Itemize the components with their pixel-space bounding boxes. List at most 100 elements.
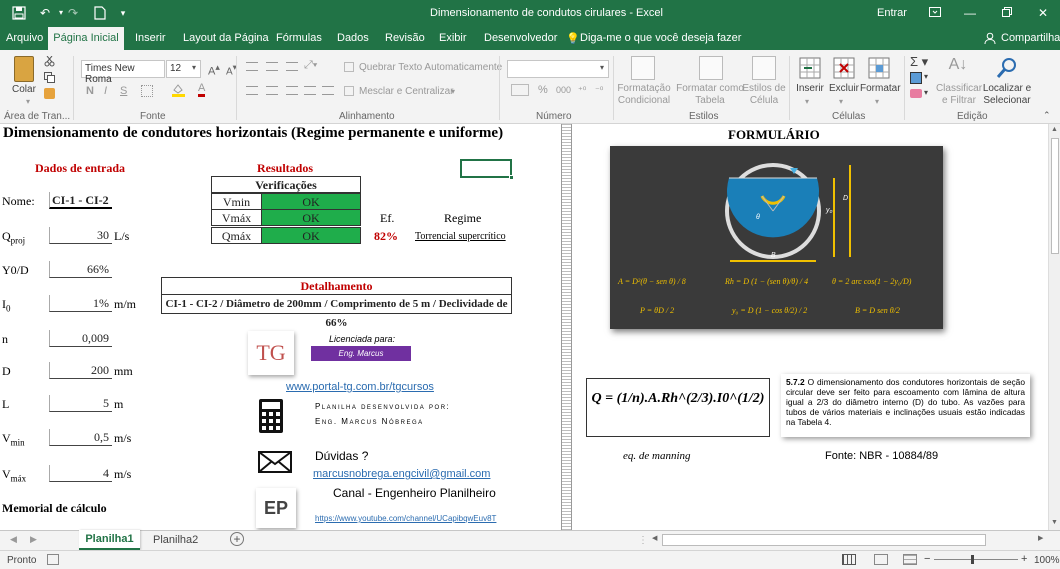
email-link[interactable]: marcusnobrega.engcivil@gmail.com	[313, 468, 490, 480]
sheet-tab-planilha1[interactable]: Planilha1	[79, 530, 140, 550]
name-input[interactable]: CI-1 - CI-2	[49, 192, 112, 209]
format-cells-button[interactable]: Formatar	[860, 83, 901, 95]
paste-button-label[interactable]: Colar	[12, 84, 36, 96]
share-button[interactable]: Compartilhar	[1001, 32, 1060, 44]
align-bottom-icon[interactable]	[286, 62, 298, 71]
redo-icon[interactable]: ↷	[66, 6, 80, 20]
format-painter-icon[interactable]	[44, 88, 55, 99]
tell-me-input[interactable]: Diga-me o que você deseja fazer	[580, 32, 741, 44]
tab-inserir[interactable]: Inserir	[135, 32, 166, 44]
format-table-icon[interactable]	[699, 56, 723, 80]
customize-toolbar-icon[interactable]: ▾	[116, 6, 130, 20]
n-input[interactable]: 0,009	[49, 330, 112, 347]
clear-icon[interactable]	[910, 89, 922, 98]
qproj-input[interactable]: 30	[49, 227, 112, 244]
align-top-icon[interactable]	[246, 62, 258, 71]
page-break-icon[interactable]	[903, 554, 917, 565]
increase-decimal-icon[interactable]: ⁺⁰	[578, 85, 586, 96]
percent-button[interactable]: %	[538, 84, 548, 96]
conditional-format-icon[interactable]	[631, 56, 655, 80]
cut-icon[interactable]	[44, 55, 55, 67]
tab-formulas[interactable]: Fórmulas	[276, 32, 322, 44]
horizontal-scroll-thumb[interactable]	[662, 534, 986, 546]
scroll-left-icon[interactable]: ◀	[652, 534, 657, 542]
zoom-slider-thumb[interactable]	[971, 555, 974, 564]
currency-icon[interactable]	[511, 84, 529, 96]
merge-dropdown-icon[interactable]: ▾	[451, 86, 455, 98]
close-icon[interactable]: ✕	[1036, 6, 1050, 20]
vmax-input[interactable]: 4	[49, 465, 112, 482]
decrease-decimal-icon[interactable]: ⁻⁰	[595, 85, 603, 96]
tab-layout[interactable]: Layout da Página	[183, 32, 269, 44]
vmin-input[interactable]: 0,5	[49, 429, 112, 446]
increase-indent-icon[interactable]	[322, 86, 334, 95]
borders-icon[interactable]	[141, 85, 153, 97]
fill-handle[interactable]	[509, 175, 514, 180]
tab-arquivo[interactable]: Arquivo	[6, 32, 43, 44]
zoom-level[interactable]: 100%	[1034, 555, 1060, 566]
ribbon-display-icon[interactable]	[928, 6, 942, 20]
add-sheet-icon[interactable]: +	[230, 532, 244, 546]
bold-button[interactable]: N	[86, 85, 94, 97]
fill-color-icon[interactable]	[172, 84, 185, 97]
number-format-select[interactable]	[507, 60, 609, 78]
d-input[interactable]: 200	[49, 362, 112, 379]
paste-dropdown-icon[interactable]: ▾	[26, 96, 30, 108]
insert-dropdown-icon[interactable]: ▾	[805, 96, 809, 108]
worksheet[interactable]: Dimensionamento de condutores horizontai…	[0, 124, 1048, 530]
minimize-icon[interactable]: —	[963, 6, 977, 20]
format-table-button[interactable]: Formatar como Tabela	[676, 83, 744, 107]
tab-split-handle[interactable]: ⋮	[638, 535, 648, 546]
undo-icon[interactable]: ↶	[38, 6, 52, 20]
l-input[interactable]: 5	[49, 395, 112, 412]
delete-cells-icon[interactable]	[832, 56, 856, 80]
cell-styles-button[interactable]: Estilos de Célula	[742, 83, 786, 107]
zoom-out-button[interactable]: −	[924, 553, 930, 565]
scroll-right-icon[interactable]: ▶	[1038, 534, 1043, 542]
clear-dropdown-icon[interactable]: ▾	[924, 88, 928, 97]
align-middle-icon[interactable]	[266, 62, 278, 71]
delete-cells-button[interactable]: Excluir	[828, 83, 860, 95]
italic-button[interactable]: I	[104, 85, 107, 97]
align-center-icon[interactable]	[266, 86, 278, 95]
wrap-text-icon[interactable]	[344, 62, 354, 72]
autosum-icon[interactable]: Σ ▾	[910, 54, 928, 70]
font-name-select[interactable]: Times New Roma	[81, 60, 165, 85]
youtube-link[interactable]: https://www.youtube.com/channel/UCapibqw…	[315, 514, 496, 523]
normal-view-icon[interactable]	[842, 554, 856, 565]
prev-sheet-icon[interactable]: ◀	[10, 534, 17, 545]
fill-dropdown-icon[interactable]: ▾	[924, 72, 928, 81]
paste-icon[interactable]	[14, 56, 34, 82]
find-select-icon[interactable]	[995, 56, 1019, 80]
insert-cells-button[interactable]: Inserir	[795, 83, 825, 95]
save-icon[interactable]	[12, 6, 26, 20]
decrease-indent-icon[interactable]	[304, 86, 316, 95]
sort-filter-button[interactable]: Classificar e Filtrar	[934, 83, 984, 107]
underline-button[interactable]: S	[120, 85, 127, 97]
orientation-icon[interactable]: ⤢▾	[304, 59, 317, 72]
zoom-in-button[interactable]: +	[1021, 553, 1027, 565]
format-dropdown-icon[interactable]: ▾	[875, 96, 879, 108]
macro-record-icon[interactable]	[47, 554, 59, 565]
vertical-scroll-thumb[interactable]	[1051, 138, 1059, 254]
page-layout-icon[interactable]	[874, 554, 888, 565]
fill-icon[interactable]	[910, 72, 922, 84]
format-cells-icon[interactable]	[867, 56, 891, 80]
new-file-icon[interactable]	[93, 6, 107, 20]
align-right-icon[interactable]	[286, 86, 298, 95]
vertical-scrollbar[interactable]: ▲ ▼	[1048, 124, 1060, 530]
tab-exibir[interactable]: Exibir	[439, 32, 467, 44]
conditional-format-button[interactable]: Formatação Condicional	[615, 83, 673, 107]
merge-center-button[interactable]: Mesclar e Centralizar	[359, 86, 453, 98]
tab-revisao[interactable]: Revisão	[385, 32, 425, 44]
zoom-slider[interactable]	[934, 559, 1018, 560]
font-color-icon[interactable]: A	[198, 83, 206, 97]
selected-cell[interactable]	[460, 159, 512, 178]
tab-dados[interactable]: Dados	[337, 32, 369, 44]
next-sheet-icon[interactable]: ▶	[30, 534, 37, 545]
signin-link[interactable]: Entrar	[877, 7, 907, 19]
font-size-dropdown-icon[interactable]: ▾	[192, 63, 196, 72]
find-select-button[interactable]: Localizar e Selecionar	[980, 83, 1034, 107]
cell-styles-icon[interactable]	[752, 56, 776, 80]
scroll-up-icon[interactable]: ▲	[1051, 126, 1058, 133]
